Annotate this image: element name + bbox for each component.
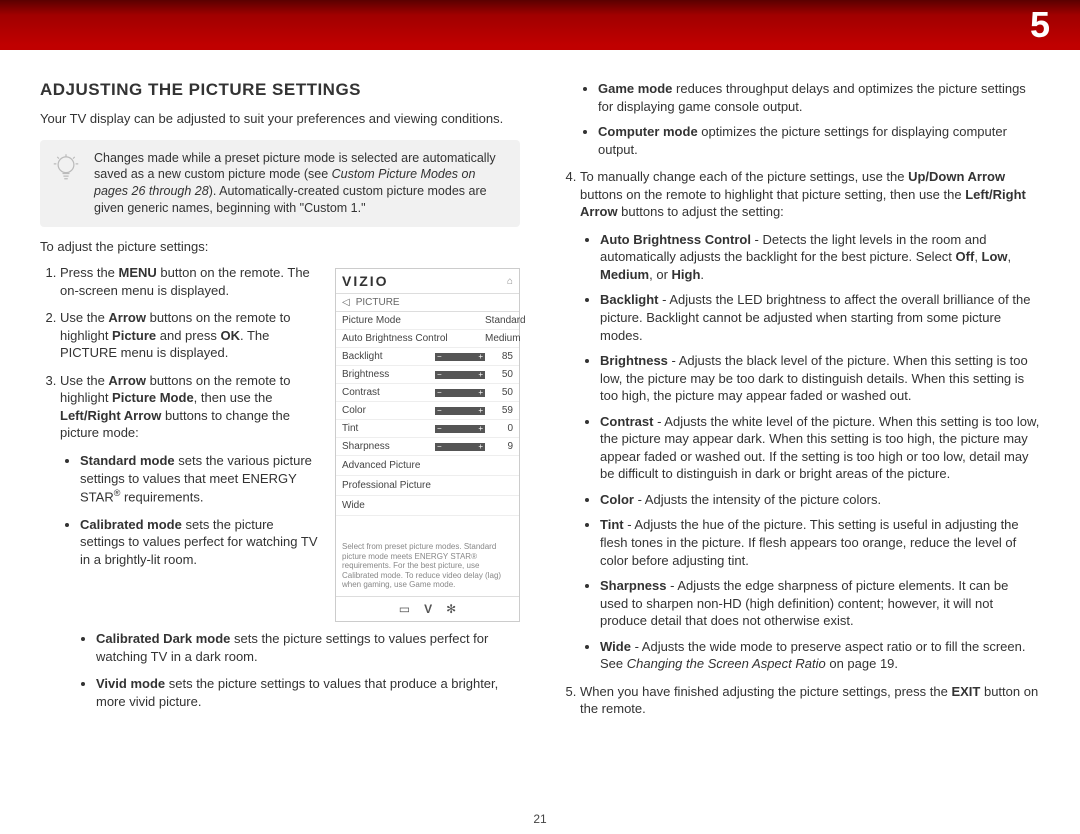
def-backlight: Backlight - Adjusts the LED brightness t… [600,291,1040,344]
osd-row: Tint−+0 [336,420,519,438]
osd-row: Sharpness−+9 [336,438,519,456]
slider-icon: −+ [435,407,485,415]
computer-mode: Computer mode optimizes the picture sett… [598,123,1040,158]
def-auto-brightness: Auto Brightness Control - Detects the li… [600,231,1040,284]
wide-icon: ▭ [399,602,410,616]
step-3: Use the Arrow buttons on the remote to h… [60,372,319,569]
osd-row-label: Auto Brightness Control [342,333,485,344]
slider-icon: −+ [435,353,485,361]
osd-row: Contrast−+50 [336,384,519,402]
mode-list-c: Game mode reduces throughput delays and … [560,80,1040,158]
slider-icon: −+ [435,371,485,379]
step-1: Press the MENU button on the remote. The… [60,264,319,299]
osd-row-label: Sharpness [342,441,435,452]
section-title: ADJUSTING THE PICTURE SETTINGS [40,80,520,100]
osd-row-value: 9 [485,441,513,452]
v-icon: V [424,602,432,616]
def-contrast: Contrast - Adjusts the white level of th… [600,413,1040,483]
game-mode: Game mode reduces throughput delays and … [598,80,1040,115]
osd-simple-row: Professional Picture [336,476,519,496]
calibrated-dark-mode: Calibrated Dark mode sets the picture se… [96,630,520,665]
steps-right: To manually change each of the picture s… [560,168,1040,718]
back-icon: ◁ [342,297,350,308]
osd-row-value: 59 [485,405,513,416]
osd-row: Backlight−+85 [336,348,519,366]
steps-area: Press the MENU button on the remote. The… [40,264,520,622]
osd-header: VIZIO ⌂ [336,269,519,294]
right-column: Game mode reduces throughput delays and … [560,80,1040,728]
osd-row-label: Picture Mode [342,315,485,326]
osd-footer-text: Select from preset picture modes. Standa… [336,536,519,596]
step-2: Use the Arrow buttons on the remote to h… [60,309,319,362]
chapter-number: 5 [1030,4,1050,46]
tip-box: Changes made while a preset picture mode… [40,140,520,228]
left-column: ADJUSTING THE PICTURE SETTINGS Your TV d… [40,80,520,728]
lead-in: To adjust the picture settings: [40,239,520,254]
osd-simple-row: Wide [336,496,519,516]
home-icon: ⌂ [507,276,513,287]
osd-row-value: Medium [485,333,513,344]
osd-row-label: Tint [342,423,435,434]
osd-row-label: Backlight [342,351,435,362]
slider-icon: −+ [435,389,485,397]
def-tint: Tint - Adjusts the hue of the picture. T… [600,516,1040,569]
osd-nav: ▭ V ✻ [336,596,519,621]
def-brightness: Brightness - Adjusts the black level of … [600,352,1040,405]
step-4: To manually change each of the picture s… [580,168,1040,673]
osd-row-value: 85 [485,351,513,362]
mode-list-b: Calibrated Dark mode sets the picture se… [40,630,520,710]
intro-paragraph: Your TV display can be adjusted to suit … [40,110,520,128]
vivid-mode: Vivid mode sets the picture settings to … [96,675,520,710]
page-number: 21 [0,812,1080,826]
osd-row: Color−+59 [336,402,519,420]
chapter-bar: 5 [0,0,1080,50]
osd-simple-row: Advanced Picture [336,456,519,476]
osd-row-label: Brightness [342,369,435,380]
mode-list-a: Standard mode sets the various picture s… [60,452,319,569]
slider-icon: −+ [435,443,485,451]
slider-icon: −+ [435,425,485,433]
settings-icon: ✻ [446,602,456,616]
settings-defs: Auto Brightness Control - Detects the li… [580,231,1040,673]
osd-row: Brightness−+50 [336,366,519,384]
osd-row-value: Standard [485,315,513,326]
lightbulb-icon [52,152,82,193]
osd-row: Picture ModeStandard [336,312,519,330]
osd-row-label: Contrast [342,387,435,398]
steps-text: Press the MENU button on the remote. The… [40,264,319,622]
osd-row: Auto Brightness ControlMedium [336,330,519,348]
osd-row-value: 0 [485,423,513,434]
def-sharpness: Sharpness - Adjusts the edge sharpness o… [600,577,1040,630]
step-5: When you have finished adjusting the pic… [580,683,1040,718]
standard-mode: Standard mode sets the various picture s… [80,452,319,506]
tip-text: Changes made while a preset picture mode… [94,151,496,216]
osd-panel: VIZIO ⌂ ◁ PICTURE Picture ModeStandardAu… [335,268,520,622]
osd-row-value: 50 [485,387,513,398]
page-body: ADJUSTING THE PICTURE SETTINGS Your TV d… [0,50,1080,728]
def-wide: Wide - Adjusts the wide mode to preserve… [600,638,1040,673]
osd-breadcrumb: ◁ PICTURE [336,294,519,312]
osd-row-value: 50 [485,369,513,380]
def-color: Color - Adjusts the intensity of the pic… [600,491,1040,509]
steps-list: Press the MENU button on the remote. The… [40,264,319,569]
calibrated-mode: Calibrated mode sets the picture setting… [80,516,319,569]
osd-logo: VIZIO [342,273,389,289]
osd-row-label: Color [342,405,435,416]
